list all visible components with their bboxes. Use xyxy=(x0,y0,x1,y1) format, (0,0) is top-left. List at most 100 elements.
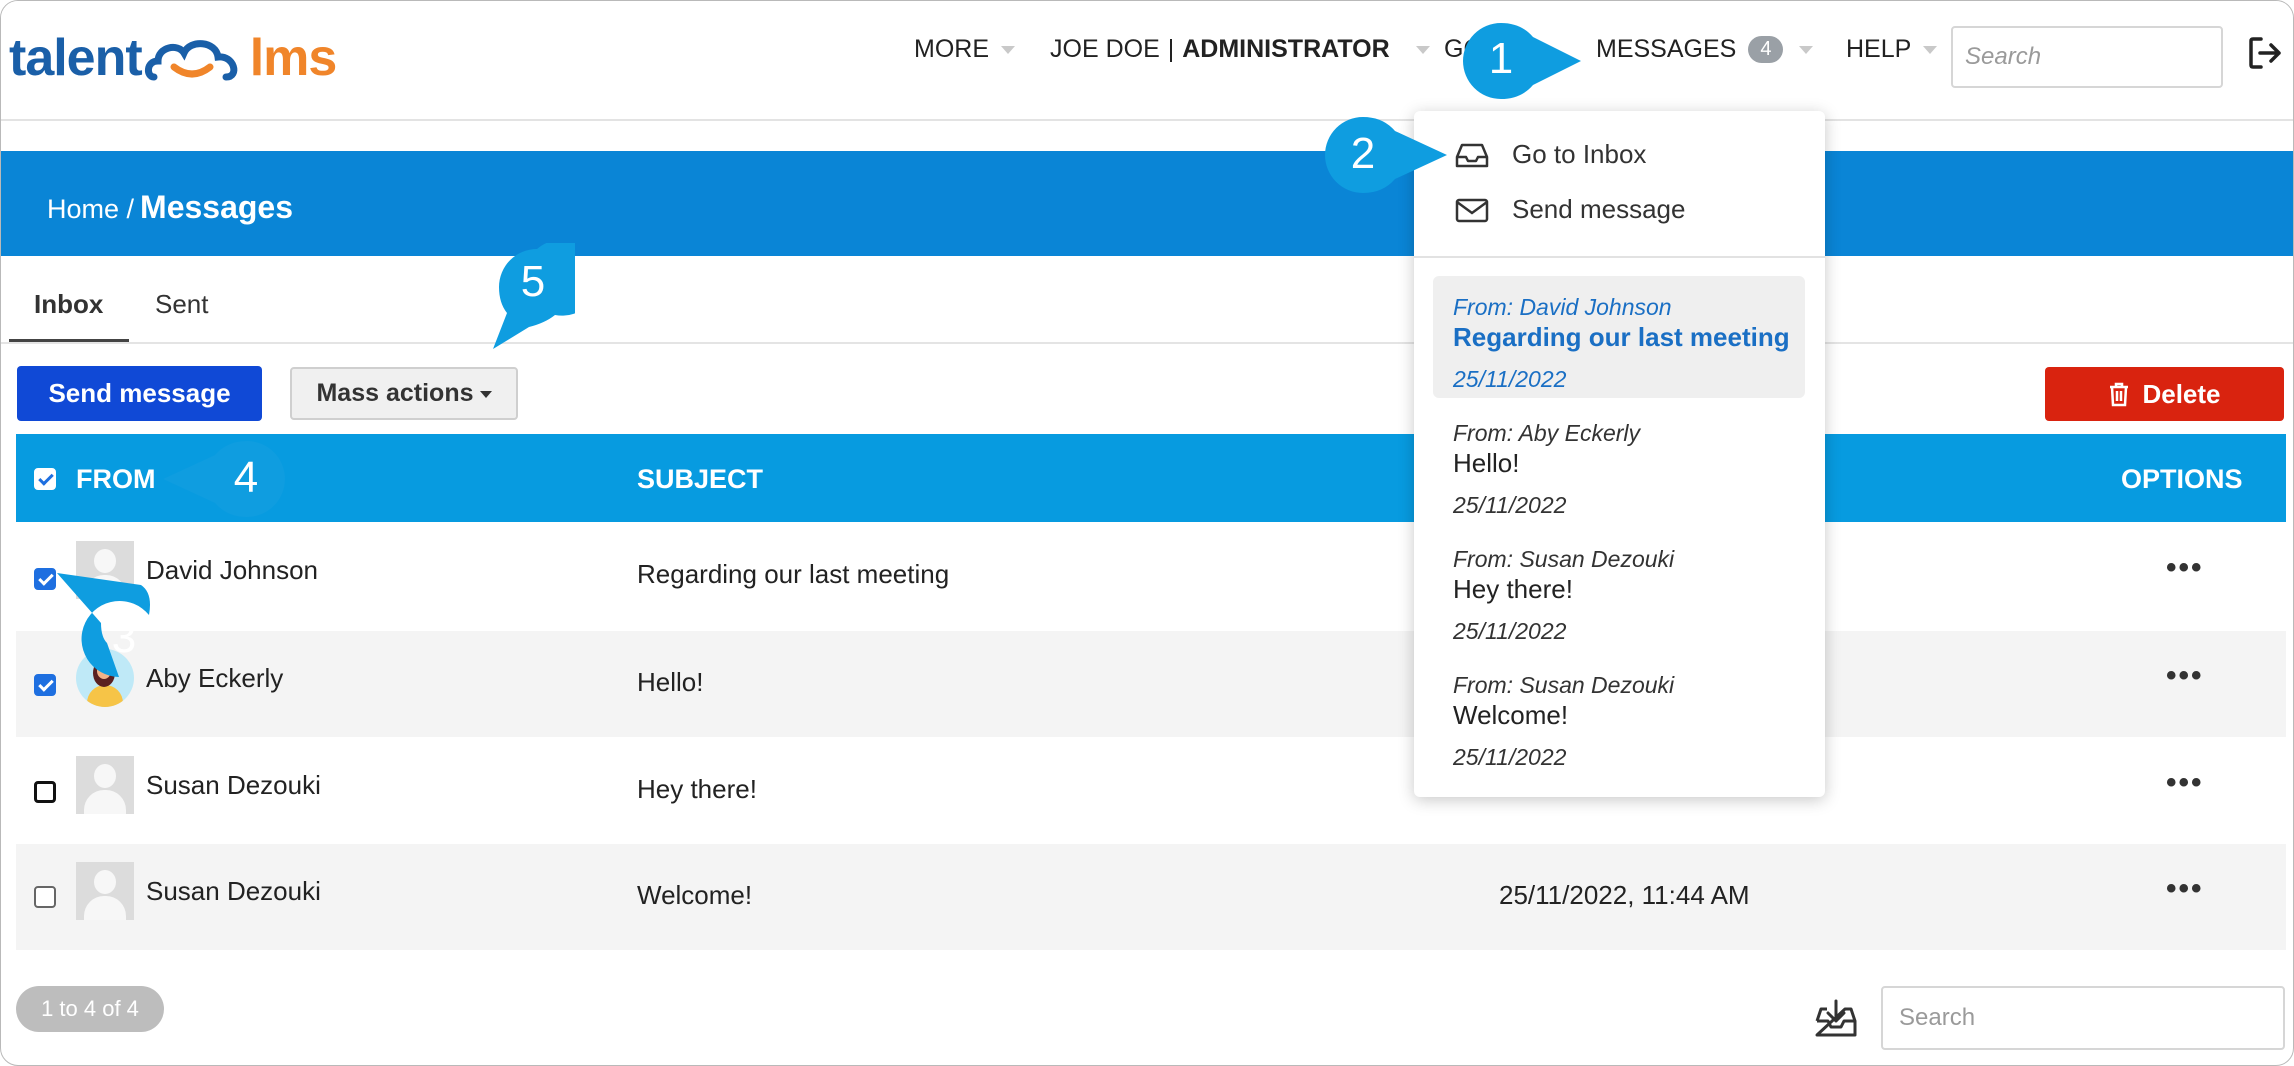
callout-3-number: 3 xyxy=(111,613,137,662)
nav-user-name: JOE DOE xyxy=(1050,35,1160,63)
callout-4-number: 4 xyxy=(233,453,259,502)
row-subject[interactable]: Hello! xyxy=(637,667,703,698)
dropdown-arrow xyxy=(1775,97,1803,111)
callout-2: 2 xyxy=(1323,115,1449,200)
avatar xyxy=(76,862,134,920)
nav-more[interactable]: MORE xyxy=(914,35,1015,64)
row-checkbox[interactable] xyxy=(34,781,56,803)
logo-text-talent: talent xyxy=(9,29,143,87)
nav-messages-label: MESSAGES xyxy=(1596,35,1737,63)
dropdown-message-item[interactable]: From: David Johnson Regarding our last m… xyxy=(1433,276,1805,398)
row-checkbox[interactable] xyxy=(34,886,56,908)
top-search-input[interactable] xyxy=(1951,26,2223,88)
caret-down-icon xyxy=(479,390,492,398)
trash-icon xyxy=(2110,382,2129,407)
nav-user-separator: | xyxy=(1167,35,1175,63)
tab-inbox[interactable]: Inbox xyxy=(34,289,103,320)
table-row[interactable]: Aby Eckerly Hello! ••• xyxy=(16,631,2286,737)
row-options-icon[interactable]: ••• xyxy=(2166,659,2204,693)
mass-actions-label: Mass actions xyxy=(316,379,474,407)
row-from[interactable]: David Johnson xyxy=(146,555,318,586)
table-row[interactable]: David Johnson Regarding our last meeting… xyxy=(16,523,2286,629)
dropdown-message-date: 25/11/2022 xyxy=(1453,492,1567,518)
row-subject[interactable]: Welcome! xyxy=(637,880,752,911)
page-header-bar xyxy=(1,151,2293,256)
callout-2-number: 2 xyxy=(1350,129,1376,178)
nav-help-label: HELP xyxy=(1846,35,1912,63)
caret-down-icon xyxy=(1001,45,1015,54)
dropdown-message-from: From: Aby Eckerly xyxy=(1453,420,1641,446)
send-message-button[interactable]: Send message xyxy=(17,366,262,421)
inbox-tray-icon xyxy=(1455,143,1489,167)
table-row[interactable]: Susan Dezouki Welcome! 25/11/2022, 11:44… xyxy=(16,844,2286,950)
mass-actions-button[interactable]: Mass actions xyxy=(290,367,518,420)
breadcrumb: Home / Messages xyxy=(47,189,293,226)
nav-user-role: ADMINISTRATOR xyxy=(1182,35,1390,63)
callout-5-number: 5 xyxy=(520,257,546,306)
caret-down-icon xyxy=(1799,45,1814,54)
dropdown-message-subject: Welcome! xyxy=(1453,700,1569,730)
table-row[interactable]: Susan Dezouki Hey there! ••• xyxy=(16,738,2286,844)
row-subject[interactable]: Hey there! xyxy=(637,774,757,805)
dropdown-message-subject: Hello! xyxy=(1453,448,1520,478)
dropdown-message-from: From: Susan Dezouki xyxy=(1453,546,1675,572)
dropdown-message-from: From: David Johnson xyxy=(1453,294,1672,320)
column-header-subject[interactable]: SUBJECT xyxy=(637,464,763,495)
dropdown-divider xyxy=(1414,256,1825,258)
logo-text-lms: lms xyxy=(249,29,338,87)
column-header-from[interactable]: FROM xyxy=(76,464,155,495)
callout-3: 3 xyxy=(49,561,169,686)
column-header-options: OPTIONS xyxy=(2121,464,2243,494)
row-date: 25/11/2022, 11:44 AM xyxy=(1499,880,1750,910)
bottom-search-input[interactable] xyxy=(1881,986,2285,1050)
callout-4: 4 xyxy=(161,439,287,524)
dropdown-message-date: 25/11/2022 xyxy=(1453,366,1567,392)
table-header: FROM SUBJECT OPTIONS xyxy=(16,434,2286,522)
dropdown-message-date: 25/11/2022 xyxy=(1453,744,1567,770)
goto-inbox-item[interactable]: Go to Inbox xyxy=(1454,139,1646,170)
page-title: Messages xyxy=(140,189,294,225)
breadcrumb-home[interactable]: Home / xyxy=(47,194,134,225)
top-bar: talent lms MORE JOE DOE | ADMINISTRATOR … xyxy=(1,1,2293,121)
avatar xyxy=(76,756,134,814)
callout-5: 5 xyxy=(485,239,600,358)
dropdown-message-from: From: Susan Dezouki xyxy=(1453,672,1675,698)
export-tray-icon[interactable] xyxy=(1813,999,1859,1039)
nav-more-label: MORE xyxy=(914,35,989,63)
dropdown-message-date: 25/11/2022 xyxy=(1453,618,1567,644)
nav-user[interactable]: JOE DOE | ADMINISTRATOR xyxy=(1050,35,1430,64)
row-options-icon[interactable]: ••• xyxy=(2166,872,2204,906)
row-from[interactable]: Susan Dezouki xyxy=(146,876,321,907)
send-message-label: Send message xyxy=(1512,194,1686,224)
nav-messages[interactable]: MESSAGES 4 xyxy=(1596,35,1814,64)
delete-button[interactable]: Delete xyxy=(2045,367,2284,421)
goto-inbox-label: Go to Inbox xyxy=(1512,139,1647,169)
messages-dropdown: Go to Inbox Send message From: David Joh… xyxy=(1414,111,1825,797)
nav-help[interactable]: HELP xyxy=(1846,35,1938,64)
send-message-item[interactable]: Send message xyxy=(1454,194,1685,225)
row-subject[interactable]: Regarding our last meeting xyxy=(637,559,949,590)
row-from[interactable]: Susan Dezouki xyxy=(146,770,321,801)
callout-1-number: 1 xyxy=(1488,34,1514,83)
caret-down-icon xyxy=(1923,45,1938,54)
dropdown-message-subject: Hey there! xyxy=(1453,574,1573,604)
row-options-icon[interactable]: ••• xyxy=(2166,766,2204,800)
app-window: talent lms MORE JOE DOE | ADMINISTRATOR … xyxy=(0,0,2294,1066)
tabs-divider xyxy=(1,342,2293,344)
dropdown-message-item[interactable]: From: Susan Dezouki Welcome! 25/11/2022 xyxy=(1433,654,1805,776)
delete-label: Delete xyxy=(2142,378,2221,409)
select-all-checkbox[interactable] xyxy=(34,468,56,490)
logo-cloud-icon xyxy=(144,40,237,81)
talentlms-logo[interactable]: talent lms xyxy=(9,23,338,93)
caret-down-icon xyxy=(1415,45,1430,54)
tab-sent[interactable]: Sent xyxy=(155,289,209,320)
dropdown-message-subject: Regarding our last meeting xyxy=(1453,322,1790,352)
envelope-icon xyxy=(1455,198,1489,222)
dropdown-message-item[interactable]: From: Aby Eckerly Hello! 25/11/2022 xyxy=(1433,402,1805,524)
callout-1: 1 xyxy=(1459,19,1585,108)
row-options-icon[interactable]: ••• xyxy=(2166,551,2204,585)
dropdown-message-item[interactable]: From: Susan Dezouki Hey there! 25/11/202… xyxy=(1433,528,1805,650)
logout-icon[interactable] xyxy=(2247,35,2283,71)
messages-count-badge: 4 xyxy=(1748,36,1784,63)
pagination-count: 1 to 4 of 4 xyxy=(16,986,164,1032)
